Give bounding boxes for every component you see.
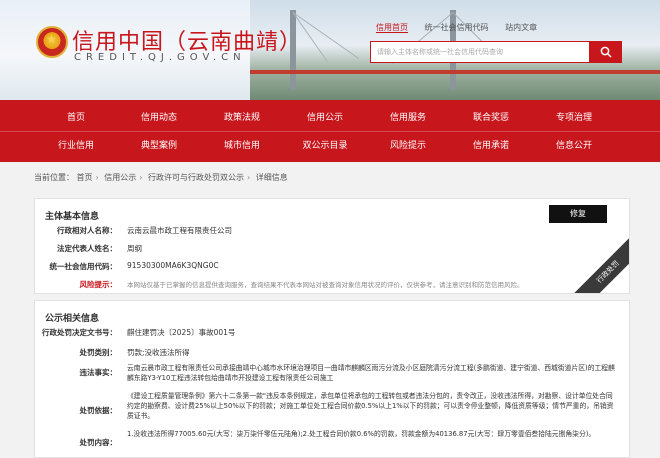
nav-item-cases[interactable]: 典型案例 [119, 132, 199, 160]
field-label: 法定代表人姓名： [57, 244, 117, 253]
breadcrumb-item[interactable]: 行政许可与行政处罚双公示 [148, 173, 244, 182]
repair-button[interactable]: 修复 [549, 205, 607, 223]
nav-item-risk[interactable]: 风险提示 [368, 132, 448, 160]
top-link-credit-code[interactable]: 统一社会信用代码 [425, 23, 489, 32]
decision-number-value: 麒住建罚决〔2025〕事故001号 [127, 328, 236, 337]
nav-item-policy[interactable]: 政策法规 [202, 104, 282, 132]
search-icon [600, 46, 612, 58]
top-links: 信用首页 统一社会信用代码 站内文章 [376, 22, 551, 33]
site-subtitle: CREDIT.QJ.GOV.CN [74, 52, 246, 63]
penalty-content-value: 1.没收违法所得77005.60元(大写：柒万柒仟零伍元陆角);2.处工程合同价… [127, 430, 596, 438]
nav-item-commitment[interactable]: 信用承诺 [451, 132, 531, 160]
breadcrumb-item[interactable]: 首页 [77, 173, 93, 182]
publicity-panel: 公示相关信息 行政处罚决定文书号： 麒住建罚决〔2025〕事故001号 处罚类别… [34, 300, 630, 458]
field-label: 行政相对人名称： [57, 226, 117, 235]
nav-item-governance[interactable]: 专项治理 [534, 104, 614, 132]
field-label: 统一社会信用代码： [49, 262, 118, 271]
nav-item-industry[interactable]: 行业信用 [36, 132, 116, 160]
top-link-articles[interactable]: 站内文章 [505, 23, 537, 32]
bridge-deck [250, 70, 660, 74]
top-link-home[interactable]: 信用首页 [376, 23, 408, 33]
breadcrumb-item: 详细信息 [255, 173, 288, 182]
nav-item-publicity[interactable]: 信用公示 [285, 104, 365, 132]
field-label: 处罚依据： [79, 406, 118, 415]
bridge-cable [292, 12, 359, 59]
risk-label: 风险提示： [79, 280, 118, 289]
field-label: 行政处罚决定文书号： [42, 328, 117, 337]
breadcrumb-item[interactable]: 信用公示 [104, 173, 136, 182]
nav-item-catalog[interactable]: 双公示目录 [285, 132, 365, 160]
breadcrumb-prefix: 当前位置： [34, 173, 74, 182]
field-label: 处罚内容： [79, 438, 118, 447]
field-label: 违法事实： [79, 368, 118, 377]
nav-item-home[interactable]: 首页 [36, 104, 116, 132]
penalty-ribbon: 行政处罚 [569, 233, 629, 293]
nav-item-news[interactable]: 信用动态 [119, 104, 199, 132]
nav-row-primary: 首页 信用动态 政策法规 信用公示 信用服务 联合奖惩 专项治理 [0, 104, 660, 132]
nav-item-city[interactable]: 城市信用 [202, 132, 282, 160]
risk-notice: 本网站仅基于已掌握的信息提供查询服务，查询结果不代表本网站对被查询对象信用状况的… [127, 281, 524, 289]
panel-title: 主体基本信息 [45, 212, 100, 222]
legal-rep-value: 周纲 [127, 244, 142, 253]
nav-item-disclosure[interactable]: 信息公开 [534, 132, 614, 160]
search-input[interactable]: 请输入主体名称或统一社会信用代码查询 [370, 41, 590, 63]
search-button[interactable] [590, 41, 622, 63]
national-emblem-icon: ★ [36, 26, 68, 58]
nav-item-service[interactable]: 信用服务 [368, 104, 448, 132]
breadcrumb: 当前位置： 首页 › 信用公示 › 行政许可与行政处罚双公示 › 详细信息 [34, 173, 288, 182]
nav-item-rewards[interactable]: 联合奖惩 [451, 104, 531, 132]
main-nav: 首页 信用动态 政策法规 信用公示 信用服务 联合奖惩 专项治理 行业信用 典型… [0, 100, 660, 162]
penalty-basis-value: 《建设工程质量管理条例》第六十二条第一款"违反本条例规定，承包单位将承包的工程转… [127, 392, 614, 420]
violation-facts-value: 云南云晨市政工程有限责任公司承接曲靖中心城市水环境治理项目—曲靖市麒麟区雨污分流… [127, 364, 615, 382]
nav-row-secondary: 行业信用 典型案例 城市信用 双公示目录 风险提示 信用承诺 信息公开 [0, 132, 660, 160]
basic-info-panel: 主体基本信息 修复 行政处罚 行政相对人名称： 云南云晨市政工程有限责任公司 法… [34, 198, 630, 294]
field-label: 处罚类别： [79, 348, 118, 357]
site-header: ★ 信用中国（云南曲靖） CREDIT.QJ.GOV.CN 信用首页 统一社会信… [0, 0, 660, 100]
panel-title: 公示相关信息 [45, 314, 100, 324]
credit-code-value: 91530300MA6K3QNG0C [127, 261, 219, 270]
penalty-type-value: 罚款;没收违法所得 [127, 348, 190, 357]
entity-name-value: 云南云晨市政工程有限责任公司 [127, 226, 232, 235]
